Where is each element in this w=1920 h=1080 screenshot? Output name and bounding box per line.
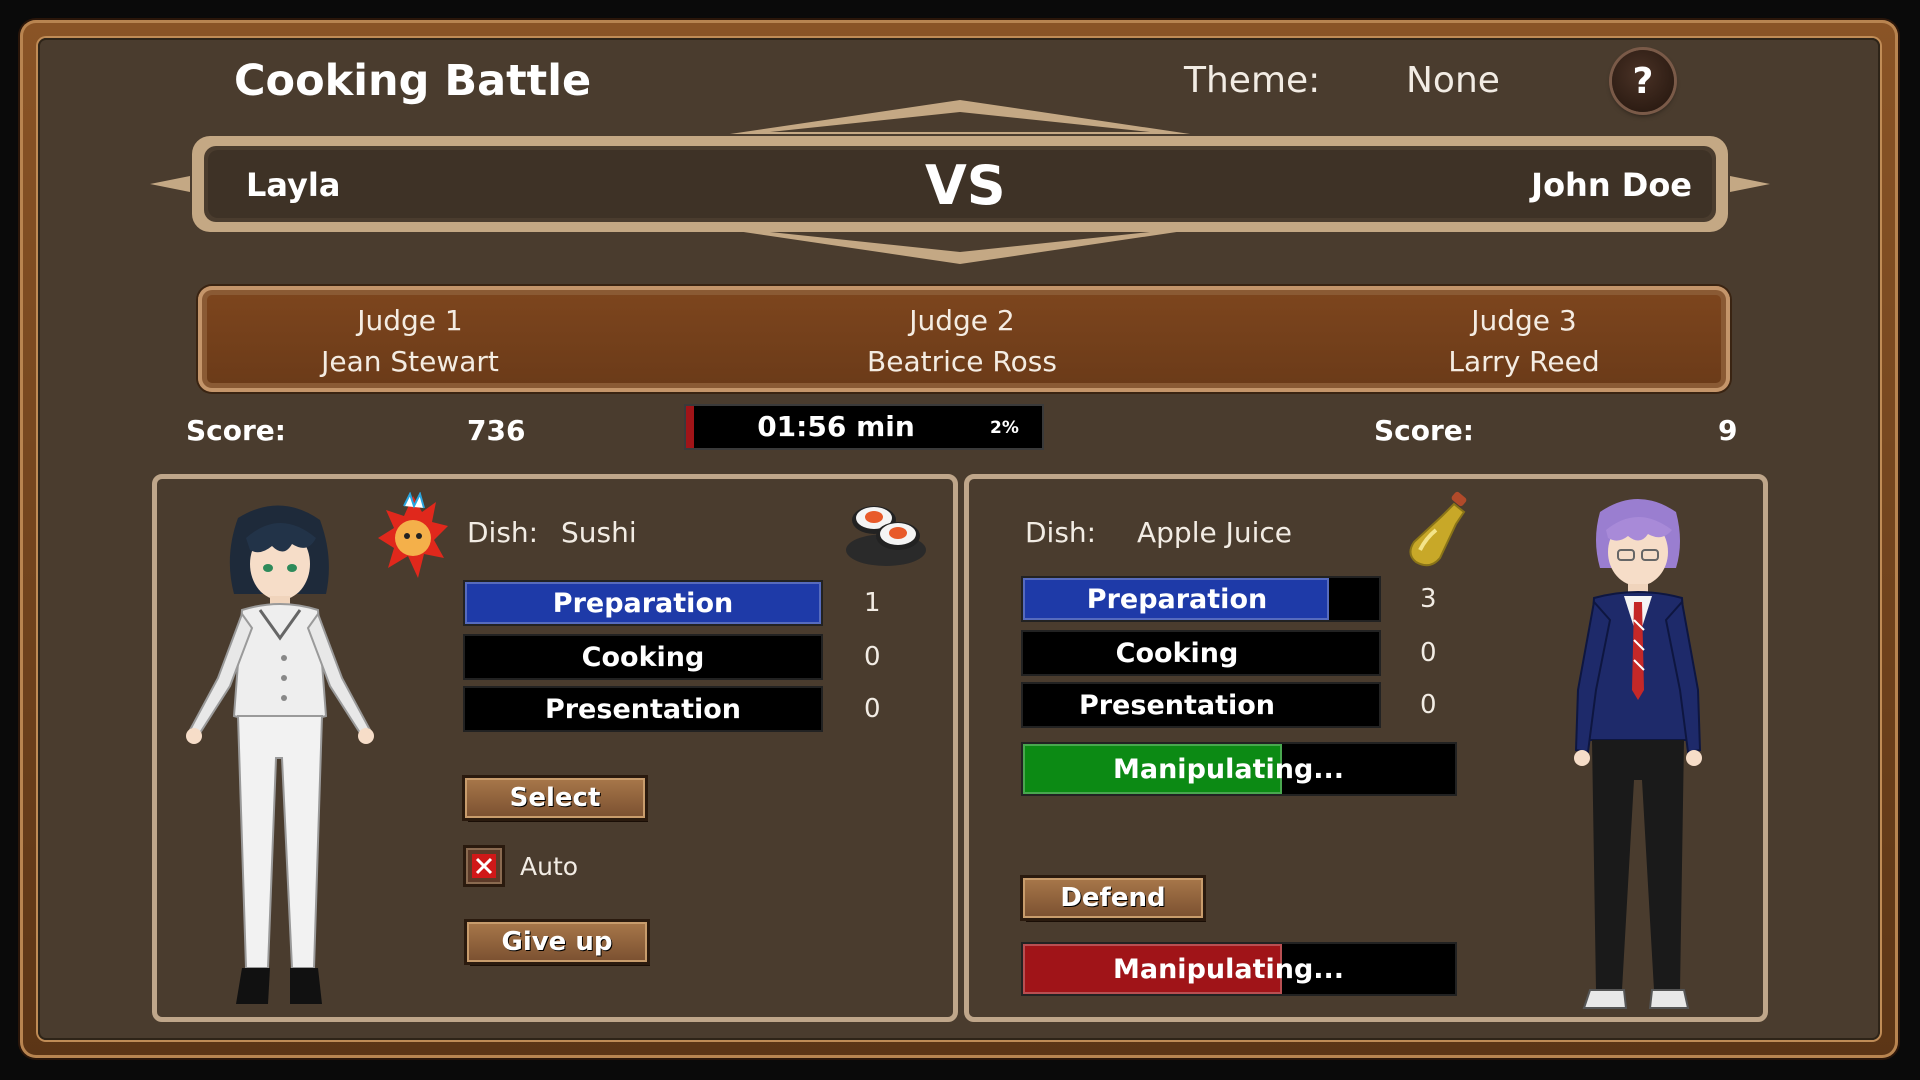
player1-dish-value: Sushi bbox=[561, 516, 637, 549]
preparation-label: Preparation bbox=[1086, 584, 1268, 615]
judge-1: Judge 1 Jean Stewart bbox=[210, 300, 610, 382]
player1-dish-label: Dish: bbox=[467, 516, 539, 549]
player2-name: John Doe bbox=[1531, 166, 1692, 204]
judge-2: Judge 2 Beatrice Ross bbox=[762, 300, 1162, 382]
player2-dish-label: Dish: bbox=[1025, 516, 1097, 549]
player2-dish-value: Apple Juice bbox=[1137, 516, 1293, 549]
player1-score-value: 736 bbox=[467, 414, 526, 447]
cooking-label: Cooking bbox=[581, 642, 705, 673]
player1-preparation-bar: Preparation bbox=[465, 582, 821, 624]
player2-preparation-count: 3 bbox=[1420, 584, 1437, 614]
judge-title: Judge 2 bbox=[909, 304, 1015, 337]
select-button[interactable]: Select bbox=[465, 778, 645, 818]
layla-character-portrait bbox=[186, 505, 374, 1004]
player1-cooking-count: 0 bbox=[864, 642, 881, 672]
judge-title: Judge 1 bbox=[357, 304, 463, 337]
player2-presentation-count: 0 bbox=[1420, 690, 1437, 720]
manipulating-label: Manipulating... bbox=[1113, 754, 1345, 785]
manipulating-progress-bottom: Manipulating... bbox=[1023, 944, 1455, 994]
judges-bar: Judge 1 Jean Stewart Judge 2 Beatrice Ro… bbox=[198, 286, 1730, 392]
sushi-icon bbox=[846, 506, 926, 566]
close-x-icon bbox=[472, 854, 496, 878]
presentation-label: Presentation bbox=[544, 694, 742, 725]
player1-score-label: Score: bbox=[186, 414, 286, 447]
defend-button[interactable]: Defend bbox=[1023, 878, 1203, 918]
player2-preparation-bar: Preparation bbox=[1023, 578, 1379, 620]
player2-presentation-bar: Presentation bbox=[1023, 684, 1379, 726]
player2-score-label: Score: bbox=[1374, 414, 1474, 447]
john-doe-character-portrait bbox=[1574, 499, 1702, 1009]
timer-bar: 01:56 min 2% bbox=[686, 406, 1042, 448]
give-up-button[interactable]: Give up bbox=[467, 922, 647, 962]
vs-label: VS bbox=[925, 154, 1006, 217]
manipulating-progress-top: Manipulating... bbox=[1023, 744, 1455, 794]
player1-preparation-count: 1 bbox=[864, 588, 881, 618]
player1-presentation-count: 0 bbox=[864, 694, 881, 724]
player1-cooking-bar: Cooking bbox=[465, 636, 821, 678]
player2-cooking-bar: Cooking bbox=[1023, 632, 1379, 674]
manipulating-label: Manipulating... bbox=[1113, 954, 1345, 985]
judge-title: Judge 3 bbox=[1471, 304, 1577, 337]
player2-score-value: 9 bbox=[1718, 414, 1738, 447]
timer-text: 01:56 min bbox=[757, 410, 915, 443]
auto-label: Auto bbox=[520, 852, 579, 881]
timer-percent: 2% bbox=[990, 418, 1019, 438]
player1-presentation-bar: Presentation bbox=[465, 688, 821, 730]
auto-checkbox[interactable] bbox=[466, 848, 502, 884]
juice-bottle-icon bbox=[1409, 491, 1467, 567]
cooking-label: Cooking bbox=[1115, 638, 1239, 669]
judge-name: Jean Stewart bbox=[321, 345, 499, 378]
presentation-label: Presentation bbox=[1078, 690, 1276, 721]
judge-3: Judge 3 Larry Reed bbox=[1324, 300, 1724, 382]
judge-name: Beatrice Ross bbox=[867, 345, 1057, 378]
player1-name: Layla bbox=[246, 166, 341, 204]
preparation-label: Preparation bbox=[552, 588, 734, 619]
judge-name: Larry Reed bbox=[1448, 345, 1600, 378]
player2-cooking-count: 0 bbox=[1420, 638, 1437, 668]
fire-chef-badge-icon bbox=[378, 492, 448, 578]
